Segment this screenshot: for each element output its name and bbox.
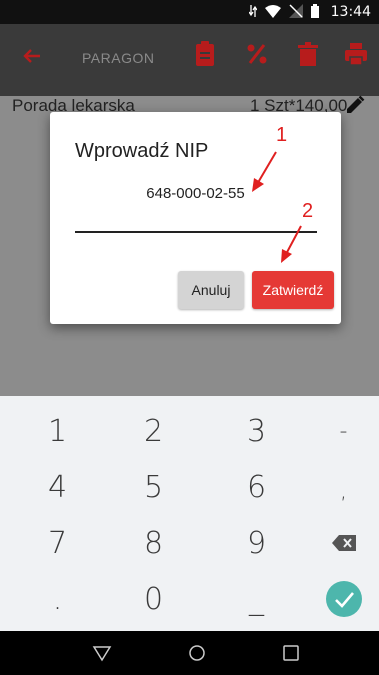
numeric-keyboard: 1 2 3 - 4 5 6 , 7 8 9 . 0 _ [0, 396, 379, 631]
key-2[interactable]: 2 [106, 402, 201, 460]
nav-back-icon[interactable] [92, 643, 112, 663]
key-period[interactable]: . [10, 570, 105, 628]
key-7[interactable]: 7 [10, 514, 105, 572]
key-confirm[interactable] [296, 570, 379, 628]
nav-home-icon[interactable] [187, 643, 207, 663]
key-3[interactable]: 3 [209, 402, 304, 460]
key-space[interactable]: _ [209, 570, 304, 628]
key-5[interactable]: 5 [106, 458, 201, 516]
key-9[interactable]: 9 [209, 514, 304, 572]
key-4[interactable]: 4 [10, 458, 105, 516]
key-8[interactable]: 8 [106, 514, 201, 572]
navigation-bar [0, 631, 379, 675]
annotation-arrow-2 [281, 225, 302, 263]
key-backspace[interactable] [296, 514, 379, 572]
nav-recents-icon[interactable] [281, 643, 301, 663]
key-1[interactable]: 1 [10, 402, 105, 460]
backspace-icon [331, 535, 356, 551]
confirm-check-icon [325, 581, 362, 617]
key-comma[interactable]: , [296, 462, 379, 520]
annotation-arrow-1 [252, 151, 277, 192]
key-0[interactable]: 0 [106, 570, 201, 628]
key-6[interactable]: 6 [209, 458, 304, 516]
key-minus[interactable]: - [296, 402, 379, 460]
